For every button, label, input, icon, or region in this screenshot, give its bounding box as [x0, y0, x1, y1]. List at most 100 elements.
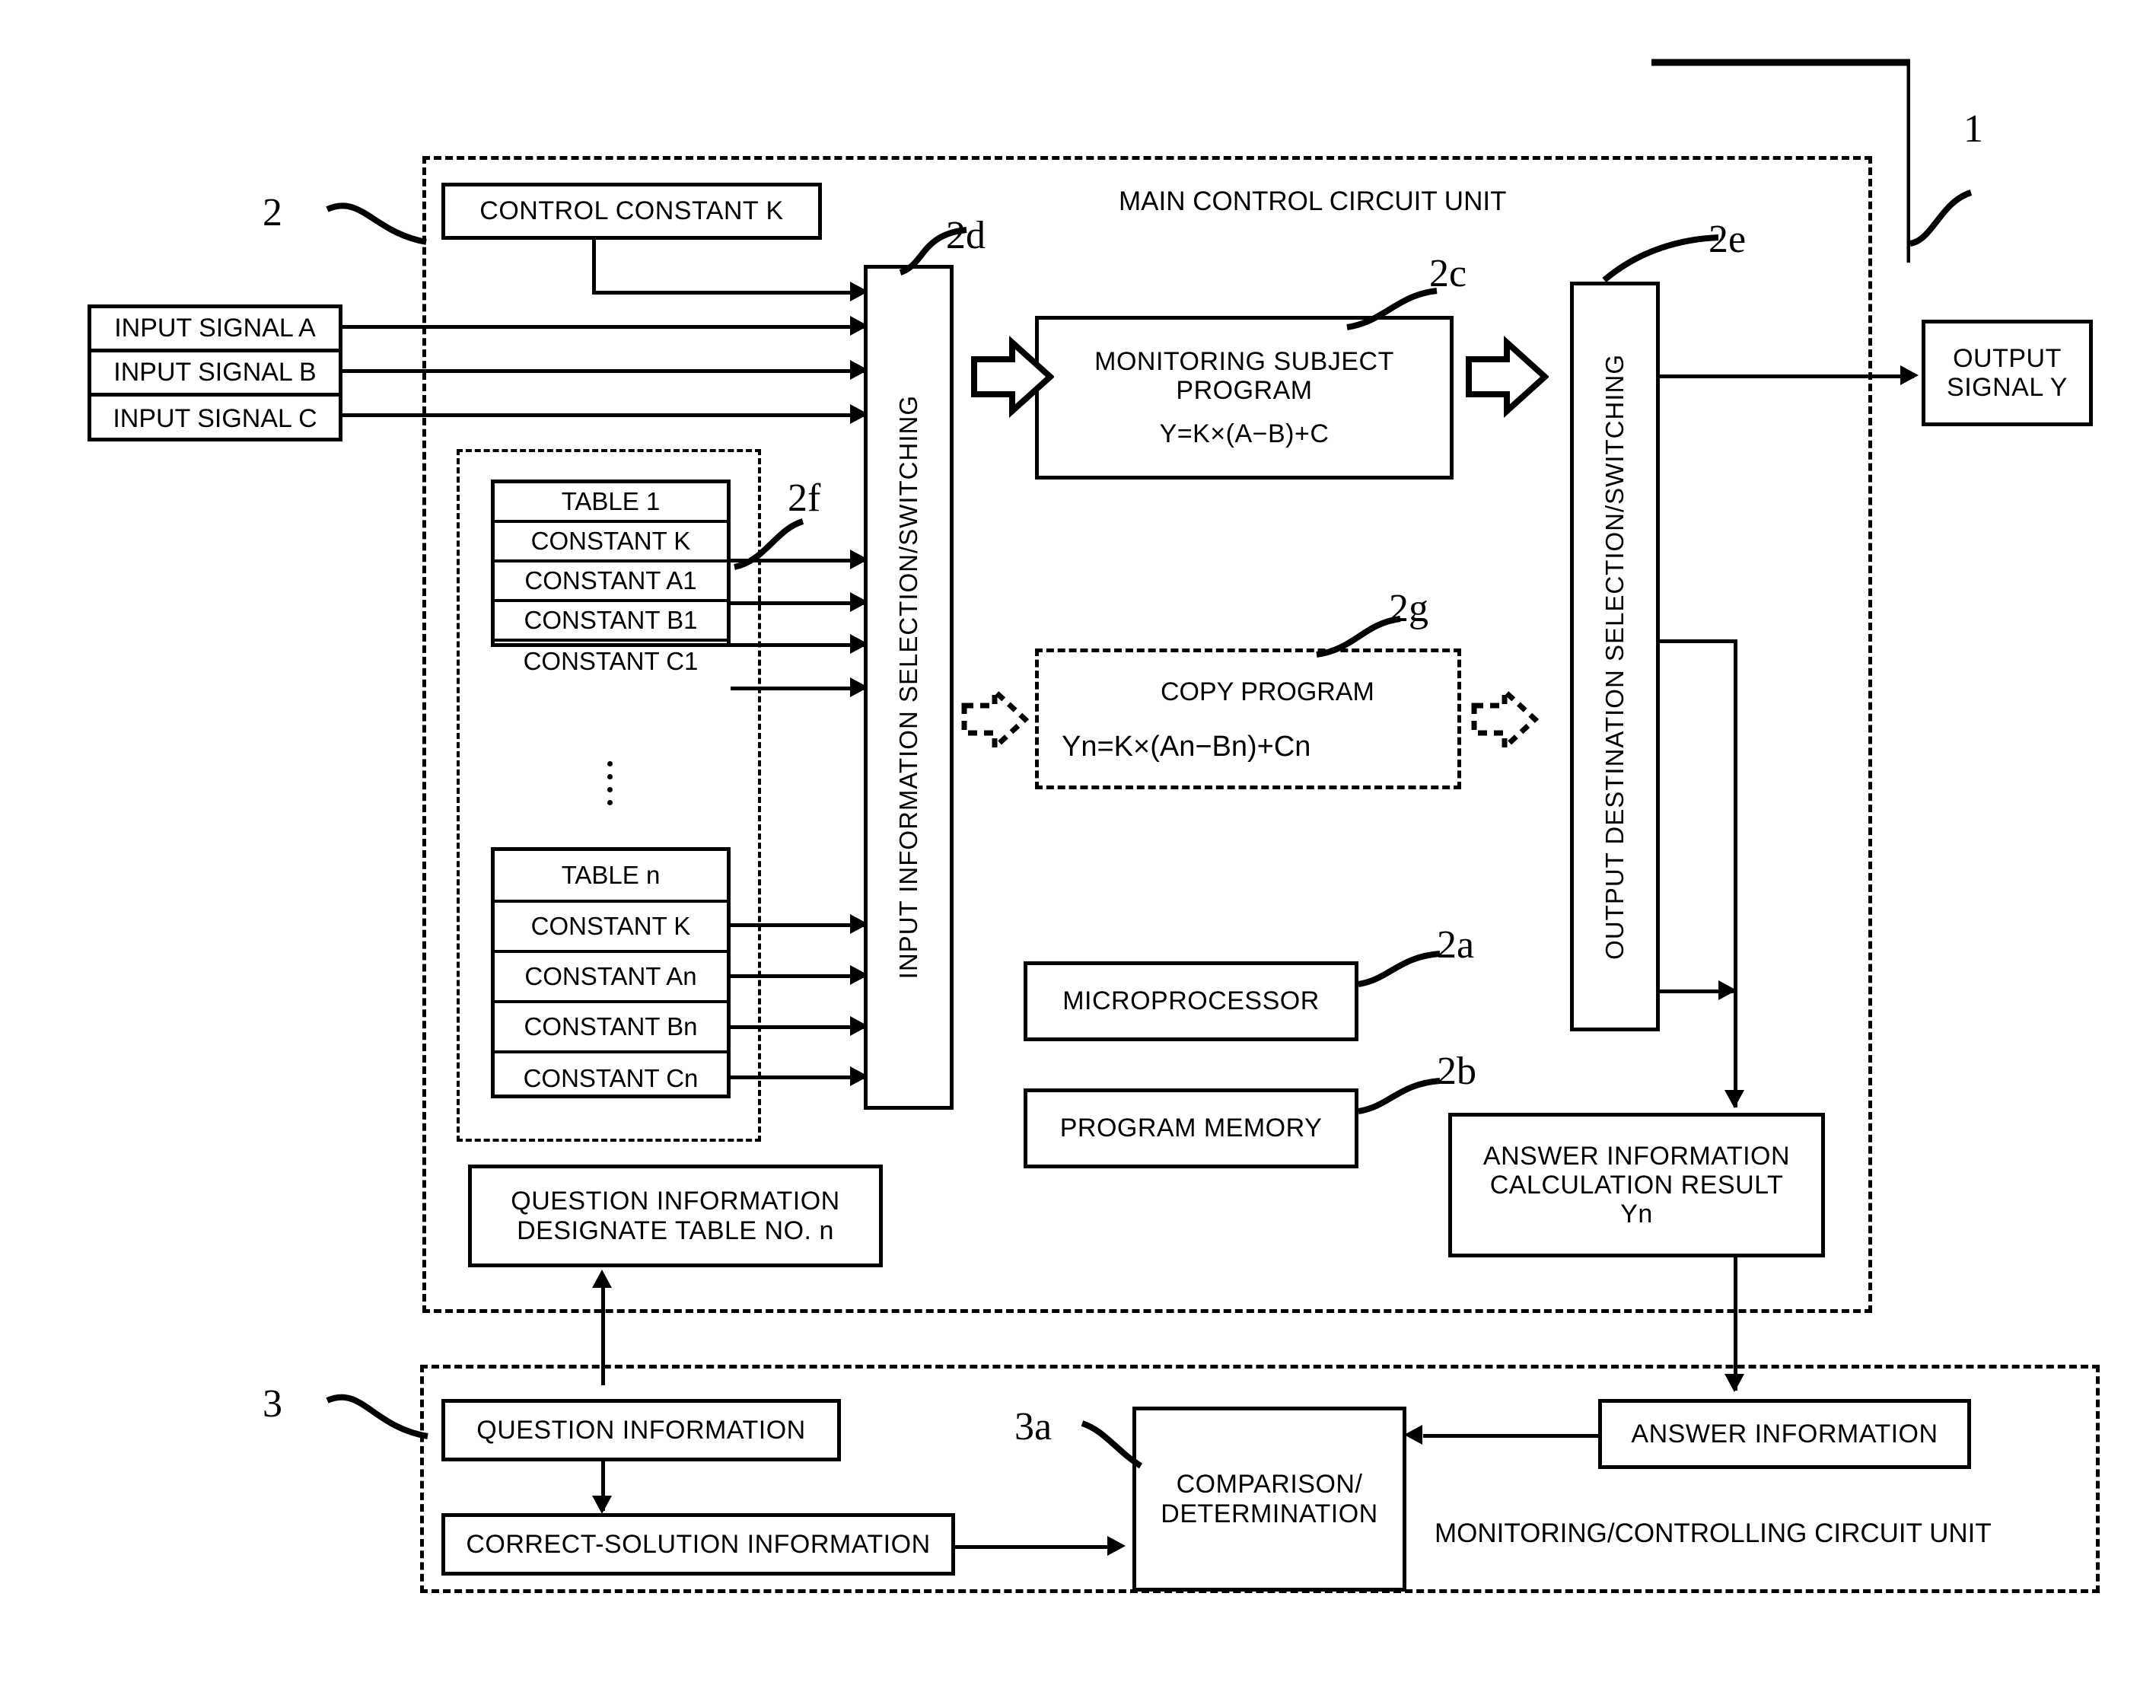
- answer-information-box: ANSWER INFORMATION: [1598, 1399, 1971, 1469]
- ref-label-3: 3: [263, 1382, 282, 1426]
- control-constant-k-box: CONTROL CONSTANT K: [441, 183, 822, 240]
- input-signals-stack: INPUT SIGNAL A INPUT SIGNAL B INPUT SIGN…: [88, 304, 342, 441]
- answer-information-label: ANSWER INFORMATION: [1631, 1419, 1938, 1448]
- table-1-row-constant-c1: CONSTANT C1: [523, 647, 699, 675]
- ref-label-1: 1: [1963, 107, 1983, 151]
- dashed-block-arrow-right: [1471, 685, 1539, 754]
- wire-answer-calc-down: [1734, 1257, 1737, 1391]
- table-ellipsis: [607, 761, 613, 805]
- input-signal-b-row: INPUT SIGNAL B: [91, 352, 339, 397]
- wire-signal-c: [342, 413, 864, 417]
- reference-leader-2: [326, 202, 427, 245]
- wire-t1-a1: [731, 601, 864, 605]
- arrow-to-answer-calc: [1724, 1090, 1744, 1108]
- wire-question-up: [601, 1286, 605, 1385]
- wire-tn-bn: [731, 1025, 864, 1029]
- answer-calc-result-box: ANSWER INFORMATION CALCULATION RESULT Yn: [1448, 1113, 1825, 1257]
- main-control-circuit-title: MAIN CONTROL CIRCUIT UNIT: [1119, 186, 1507, 216]
- answer-calc-line2: CALCULATION RESULT: [1489, 1170, 1784, 1200]
- reference-leader-2g: [1316, 616, 1401, 658]
- reference-leader-2c: [1346, 288, 1438, 330]
- table-n-title: TABLE n: [495, 851, 727, 903]
- block-arrow-program-to-output: [1466, 336, 1549, 418]
- wire-output-to-answer-v: [1734, 639, 1737, 1107]
- table-1-row-constant-b1: CONSTANT B1: [495, 602, 727, 642]
- wire-output-signal-y: [1659, 374, 1914, 378]
- monitoring-subject-program-line1: MONITORING SUBJECT: [1094, 347, 1394, 377]
- reference-leader-3a: [1081, 1420, 1143, 1469]
- table-1-row-constant-k: CONSTANT K: [495, 523, 727, 562]
- monitoring-subject-program-formula: Y=K×(A−B)+C: [1159, 419, 1330, 448]
- copy-program-formula: Yn=K×(An−Bn)+Cn: [1062, 731, 1311, 763]
- copy-program-line1: COPY PROGRAM: [1161, 677, 1374, 706]
- table-n-row-constant-bn: CONSTANT Bn: [495, 1003, 727, 1053]
- wire-solution-to-comparison: [955, 1545, 1119, 1549]
- answer-calc-line3: Yn: [1620, 1200, 1653, 1229]
- wire-t1-b1: [731, 643, 864, 647]
- reference-leader-2b: [1358, 1078, 1441, 1114]
- block-arrow-input-to-program: [971, 336, 1054, 418]
- arrow-answer-to-comparison: [1404, 1425, 1422, 1445]
- copy-program-box: [1035, 648, 1461, 789]
- wire-constant-k-vertical: [592, 240, 596, 291]
- correct-solution-information-box: CORRECT-SOLUTION INFORMATION: [441, 1513, 955, 1576]
- table-1-row-constant-a1: CONSTANT A1: [495, 562, 727, 602]
- reference-leader-2d: [899, 227, 967, 276]
- table-n-row-constant-k: CONSTANT K: [495, 903, 727, 953]
- output-signal-y-box: OUTPUT SIGNAL Y: [1922, 320, 2093, 426]
- microprocessor-box: MICROPROCESSOR: [1024, 961, 1358, 1041]
- question-information-box: QUESTION INFORMATION: [441, 1399, 841, 1461]
- correct-solution-label: CORRECT-SOLUTION INFORMATION: [466, 1529, 931, 1559]
- arrow-solution-to-comparison: [1107, 1536, 1126, 1556]
- wire-constant-k-horizontal: [592, 291, 862, 295]
- ref-label-3a: 3a: [1014, 1405, 1053, 1448]
- question-info-designate-line1: QUESTION INFORMATION: [511, 1187, 840, 1216]
- monitoring-subject-program-box: MONITORING SUBJECT PROGRAM Y=K×(A−B)+C: [1035, 316, 1454, 480]
- wire-signal-b: [342, 369, 864, 373]
- output-selection-label: OUTPUT DESTINATION SELECTION/SWITCHING: [1600, 353, 1629, 960]
- monitoring-circuit-title: MONITORING/CONTROLLING CIRCUIT UNIT: [1435, 1518, 1992, 1548]
- arrow-output-branch: [1718, 980, 1737, 1000]
- comparison-line1: COMPARISON/: [1176, 1470, 1363, 1499]
- comparison-determination-box: COMPARISON/ DETERMINATION: [1132, 1407, 1406, 1592]
- wire-answer-to-comparison: [1423, 1434, 1598, 1438]
- table-1: TABLE 1 CONSTANT K CONSTANT A1 CONSTANT …: [491, 480, 731, 675]
- program-memory-label: PROGRAM MEMORY: [1059, 1114, 1323, 1143]
- input-selection-label: INPUT INFORMATION SELECTION/SWITCHING: [894, 395, 922, 980]
- input-information-selection-switching: INPUT INFORMATION SELECTION/SWITCHING: [864, 265, 954, 1110]
- answer-calc-line1: ANSWER INFORMATION: [1482, 1141, 1791, 1171]
- input-signal-a-row: INPUT SIGNAL A: [91, 308, 339, 352]
- output-destination-selection-switching: OUTPUT DESTINATION SELECTION/SWITCHING: [1570, 282, 1660, 1031]
- reference-leader-2f: [734, 518, 804, 570]
- reference-leader-2a: [1358, 951, 1441, 987]
- program-memory-box: PROGRAM MEMORY: [1024, 1088, 1358, 1168]
- arrow-answer-calc-down: [1724, 1374, 1744, 1392]
- wire-t1-c1: [731, 687, 864, 690]
- table-n-row-constant-an: CONSTANT An: [495, 953, 727, 1003]
- arrow-question-up: [592, 1270, 612, 1288]
- monitoring-subject-program-line2: PROGRAM: [1176, 376, 1313, 406]
- figure-canvas: 1 MAIN CONTROL CIRCUIT UNIT 2 CONTROL CO…: [0, 0, 2156, 1708]
- wire-signal-a: [342, 325, 864, 329]
- input-signal-c-row: INPUT SIGNAL C: [113, 403, 317, 433]
- reference-leader-3: [326, 1394, 428, 1439]
- table-n-row-constant-cn: CONSTANT Cn: [523, 1063, 699, 1092]
- arrow-output-signal-y: [1900, 365, 1919, 385]
- table-1-title: TABLE 1: [495, 483, 727, 523]
- question-info-designate-box: QUESTION INFORMATION DESIGNATE TABLE NO.…: [468, 1165, 883, 1267]
- table-n: TABLE n CONSTANT K CONSTANT An CONSTANT …: [491, 847, 731, 1098]
- control-constant-k-label: CONTROL CONSTANT K: [479, 196, 784, 226]
- output-signal-y-line1: OUTPUT: [1953, 343, 2062, 373]
- comparison-line2: DETERMINATION: [1161, 1499, 1378, 1528]
- output-signal-y-line2: SIGNAL Y: [1947, 373, 2068, 402]
- question-information-label: QUESTION INFORMATION: [476, 1415, 806, 1445]
- reference-leader-1-hook: [1909, 190, 1973, 247]
- wire-tn-an: [731, 974, 864, 978]
- question-info-designate-line2: DESIGNATE TABLE NO. n: [517, 1216, 834, 1245]
- dashed-block-arrow-left: [961, 685, 1029, 754]
- wire-tn-cn: [731, 1075, 864, 1079]
- ref-label-2: 2: [263, 191, 282, 234]
- microprocessor-label: MICROPROCESSOR: [1062, 986, 1320, 1016]
- wire-output-to-answer-h: [1659, 639, 1735, 643]
- reference-leader-2e: [1602, 234, 1719, 283]
